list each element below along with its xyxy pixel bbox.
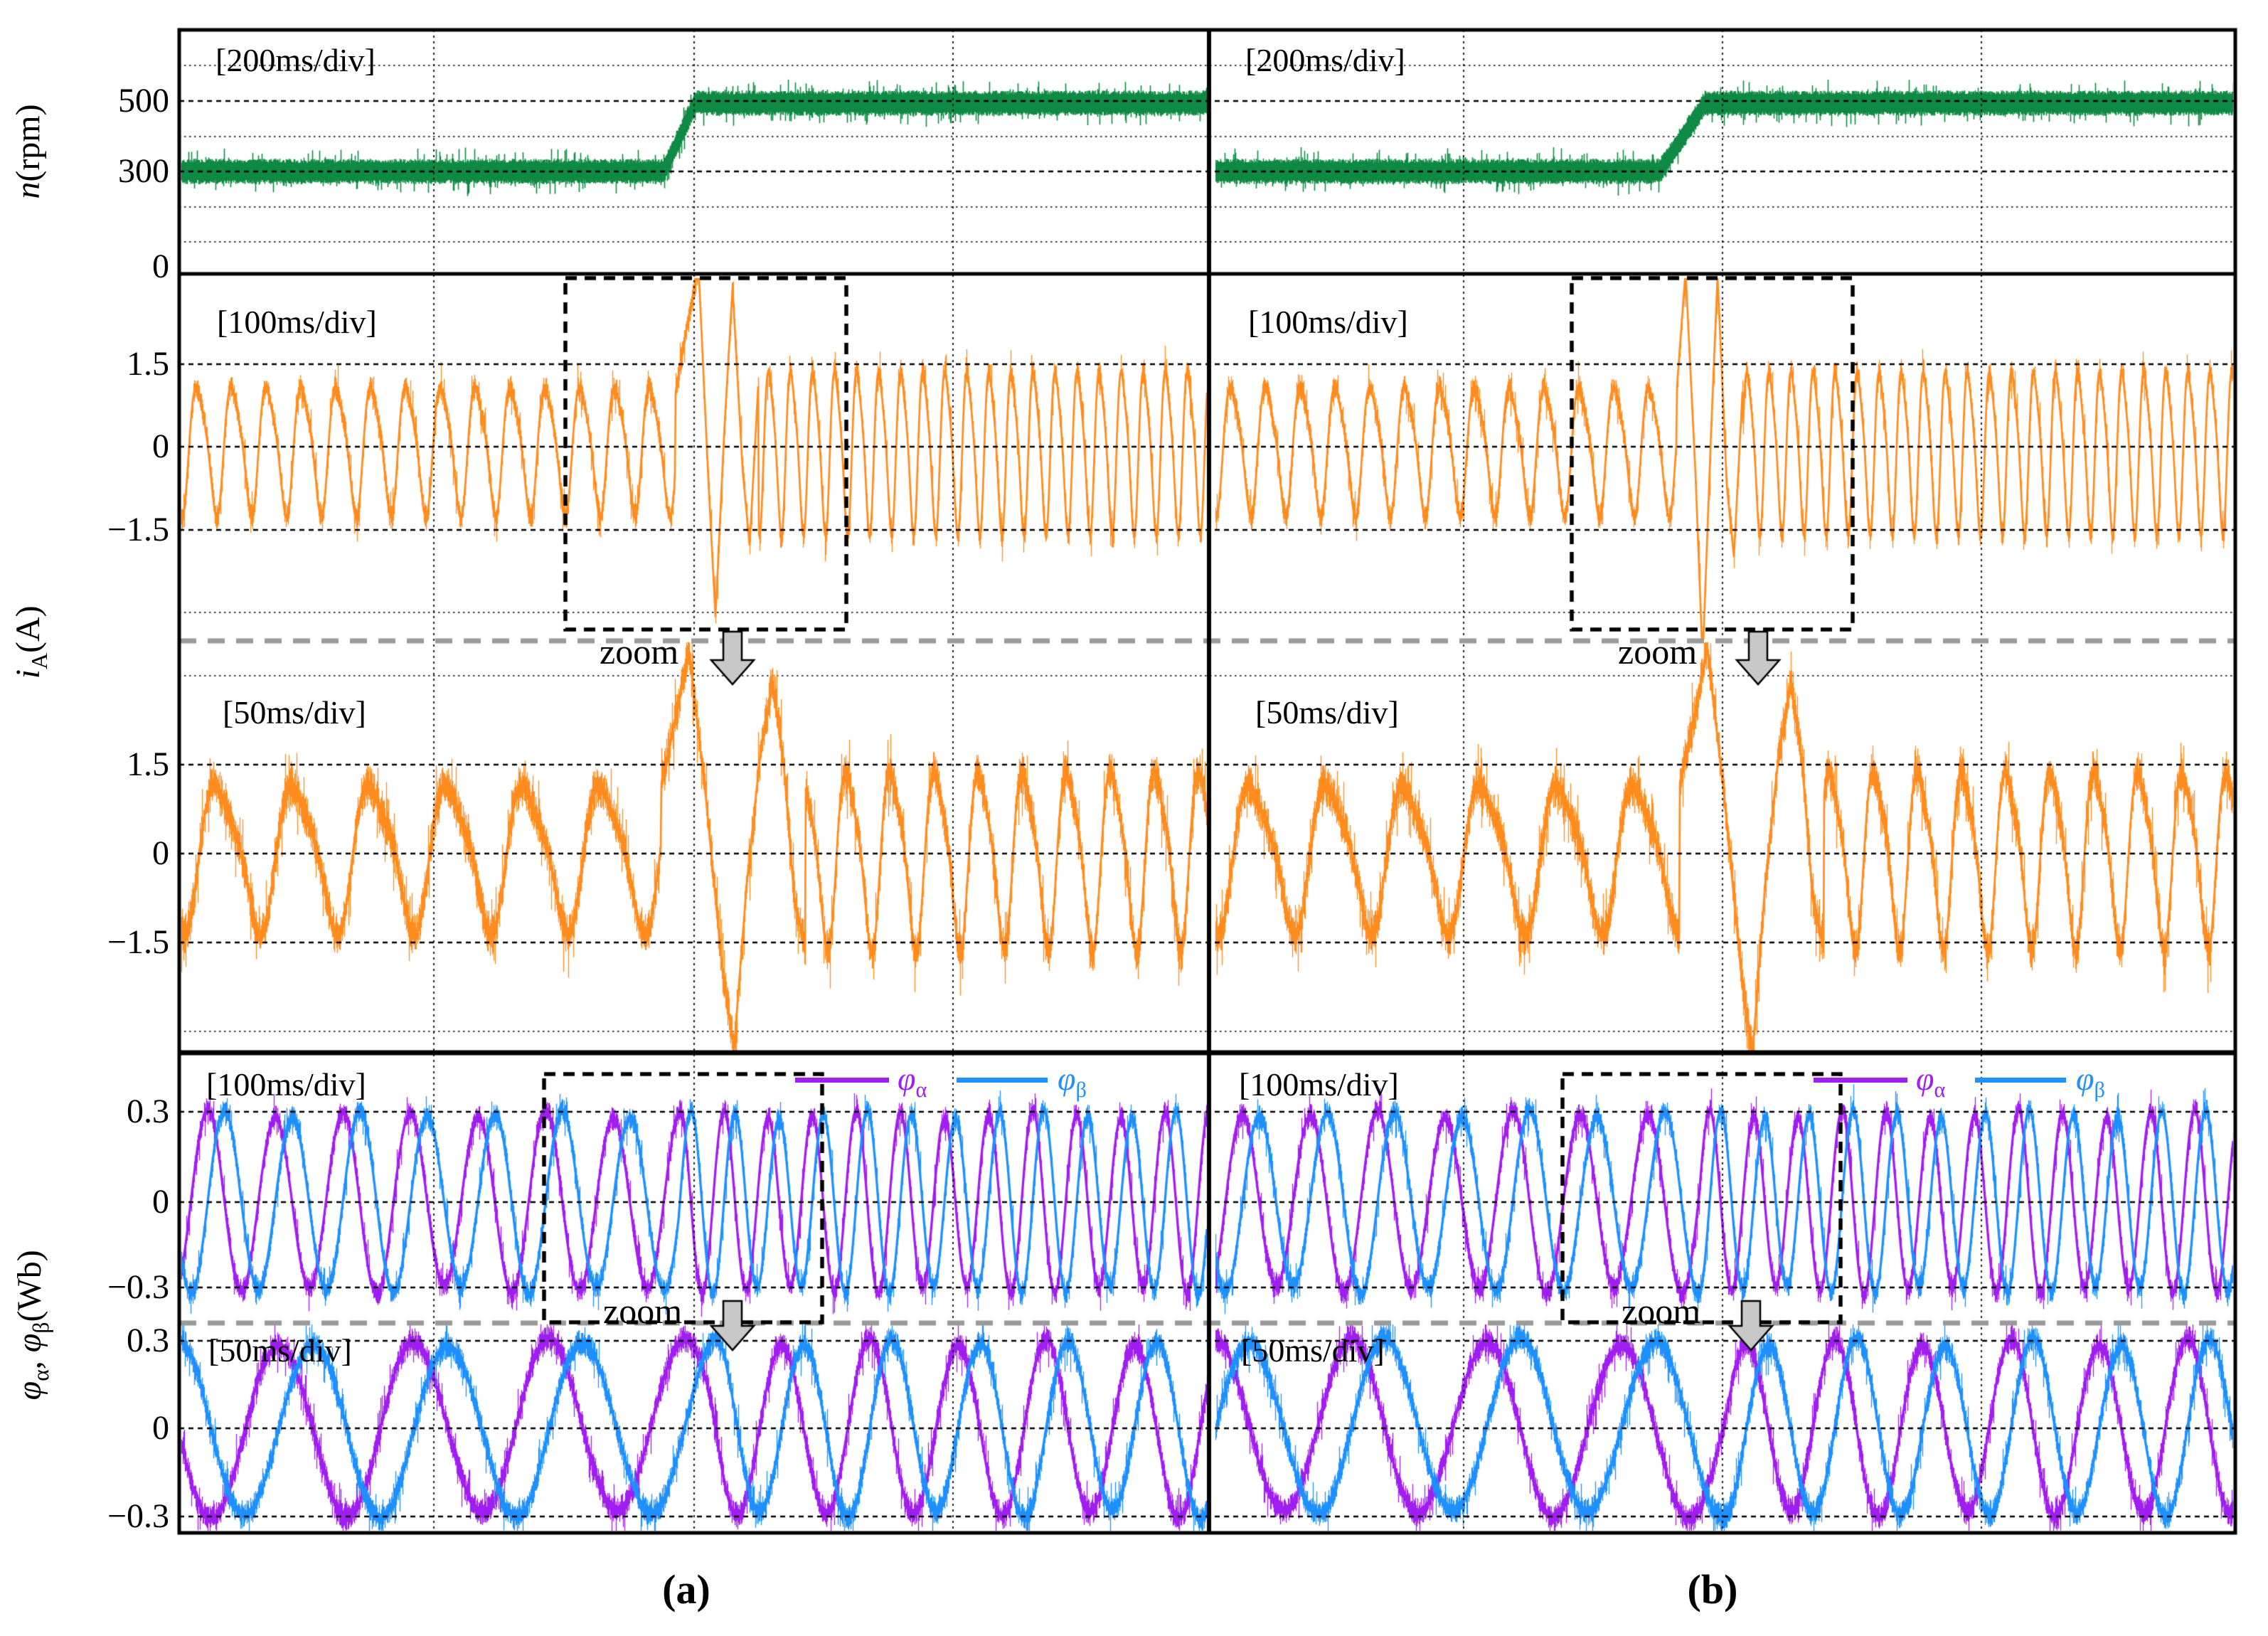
speed-axis-symbol: n [9,182,47,199]
legend-symbol-alpha-a: φ [898,1061,915,1097]
zoom-annotation-flux-b: zoom [1622,1290,1700,1332]
current-axis-label: iA(A) [7,500,61,785]
caption-a: (a) [608,1568,765,1611]
flux-tick-neg: −0.3 [63,1266,169,1309]
speed-tick-0: 0 [63,245,169,288]
timebase-label-speed-a: [200ms/div] [215,39,376,82]
current-axis-subscript: A [27,653,52,669]
legend-line-flux-alpha-b [1814,1078,1907,1083]
speed-tick-300: 300 [63,150,169,193]
legend-line-flux-beta-a [957,1078,1048,1083]
legend-subscript-beta-b: β [2094,1078,2104,1102]
current-axis-symbol: i [9,669,47,679]
legend-subscript-alpha-a: α [915,1078,927,1102]
legend-symbol-beta-b: φ [2076,1061,2094,1097]
speed-tick-500: 500 [63,80,169,122]
current-tick-neg: −1.5 [63,509,169,551]
legend-line-flux-beta-b [1975,1078,2066,1083]
speed-axis-unit: (rpm) [9,104,47,181]
flux-tick-pos: 0.3 [63,1090,169,1133]
legend-line-flux-alpha-a [795,1078,889,1083]
flux-tick-zero: 0 [63,1181,169,1223]
legend-label-flux-alpha-a: φα [898,1058,927,1111]
timebase-label-flux-b: [100ms/div] [1239,1063,1399,1106]
legend-label-flux-beta-a: φβ [1058,1058,1087,1111]
current-zoom-tick-neg: −1.5 [63,921,169,964]
speed-axis-label: n(rpm) [7,9,50,294]
legend-subscript-alpha-b: α [1934,1078,1945,1102]
current-zoom-tick-zero: 0 [63,832,169,875]
flux-axis-comma: , [11,1352,48,1369]
flux-zoom-tick-zero: 0 [63,1407,169,1450]
timebase-label-current-b: [100ms/div] [1248,301,1408,344]
flux-axis-symbol-beta: φ [11,1334,48,1353]
flux-axis-unit: (Wb) [11,1250,48,1322]
timebase-label-current-zoom-b: [50ms/div] [1255,691,1399,734]
flux-axis-subscript-beta: β [28,1322,53,1334]
flux-zoom-tick-pos: 0.3 [63,1319,169,1362]
current-tick-pos: 1.5 [63,343,169,386]
current-tick-zero: 0 [63,425,169,468]
zoom-annotation-current-b: zoom [1618,630,1697,673]
legend-subscript-beta-a: β [1075,1078,1086,1102]
oscilloscope-canvas [0,0,2268,1636]
flux-axis-label: φα, φβ(Wb) [9,1112,63,1539]
timebase-label-current-zoom-a: [50ms/div] [223,691,366,734]
legend-label-flux-alpha-b: φα [1916,1058,1945,1111]
zoom-annotation-flux-a: zoom [603,1290,682,1332]
flux-axis-symbol-alpha: φ [11,1381,48,1401]
legend-symbol-alpha-b: φ [1916,1061,1934,1097]
current-axis-unit: (A) [9,605,47,653]
current-zoom-tick-pos: 1.5 [63,743,169,786]
legend-symbol-beta-a: φ [1058,1061,1075,1097]
oscilloscope-figure: 500 300 0 1.5 0 −1.5 1.5 0 −1.5 0.3 0 −0… [0,0,2268,1636]
timebase-label-flux-zoom-a: [50ms/div] [208,1329,352,1372]
flux-zoom-tick-neg: −0.3 [63,1495,169,1538]
timebase-label-flux-a: [100ms/div] [206,1063,366,1106]
flux-axis-subscript-alpha: α [28,1369,53,1381]
timebase-label-flux-zoom-b: [50ms/div] [1241,1329,1385,1372]
timebase-label-speed-b: [200ms/div] [1245,39,1405,82]
timebase-label-current-a: [100ms/div] [217,301,377,344]
caption-b: (b) [1634,1568,1791,1611]
legend-label-flux-beta-b: φβ [2076,1058,2105,1111]
zoom-annotation-current-a: zoom [600,630,678,673]
